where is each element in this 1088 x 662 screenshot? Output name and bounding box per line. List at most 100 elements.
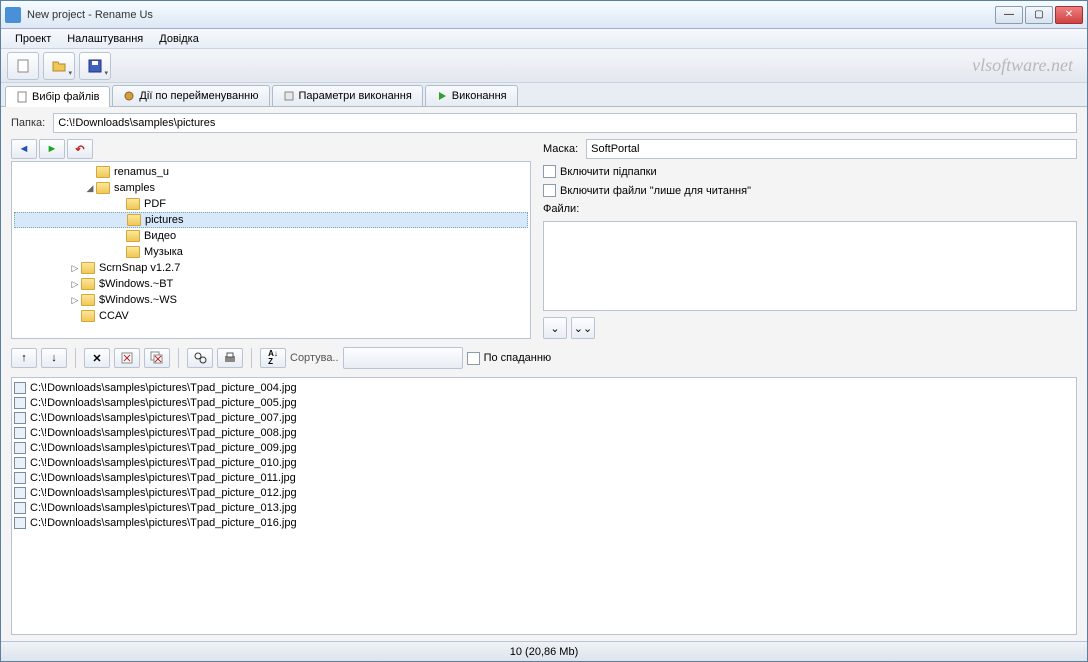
checkbox-descending[interactable] bbox=[467, 352, 480, 365]
file-path: C:\!Downloads\samples\pictures\Tpad_pict… bbox=[30, 382, 297, 394]
tree-node[interactable]: ◢samples bbox=[14, 180, 528, 196]
tab-label: Виконання bbox=[452, 90, 507, 102]
file-row[interactable]: C:\!Downloads\samples\pictures\Tpad_pict… bbox=[14, 440, 1074, 455]
tree-node[interactable]: Видео bbox=[14, 228, 528, 244]
include-subfolders-row[interactable]: Включити підпапки bbox=[543, 165, 1077, 178]
new-button[interactable] bbox=[7, 52, 39, 80]
tab-label: Вибір файлів bbox=[32, 91, 99, 103]
statusbar: 10 (20,86 Mb) bbox=[1, 641, 1087, 661]
minimize-button[interactable]: — bbox=[995, 6, 1023, 24]
image-file-icon bbox=[14, 427, 26, 439]
tab-file-selection[interactable]: Вибір файлів bbox=[5, 86, 110, 107]
tree-node-selected[interactable]: pictures bbox=[14, 212, 528, 228]
move-up-button[interactable]: ↑ bbox=[11, 348, 37, 368]
checkbox-label: Включити файли "лише для читання" bbox=[560, 185, 751, 197]
open-button[interactable]: ▾ bbox=[43, 52, 75, 80]
file-row[interactable]: C:\!Downloads\samples\pictures\Tpad_pict… bbox=[14, 515, 1074, 530]
file-path: C:\!Downloads\samples\pictures\Tpad_pict… bbox=[30, 457, 297, 469]
file-list[interactable]: C:\!Downloads\samples\pictures\Tpad_pict… bbox=[11, 377, 1077, 635]
remove-selected-button[interactable] bbox=[114, 348, 140, 368]
add-files-buttons: ⌄ ⌄⌄ bbox=[543, 317, 1077, 339]
move-down-button[interactable]: ↓ bbox=[41, 348, 67, 368]
settings-icon bbox=[283, 90, 295, 102]
file-row[interactable]: C:\!Downloads\samples\pictures\Tpad_pict… bbox=[14, 380, 1074, 395]
separator bbox=[75, 348, 76, 368]
tree-node[interactable]: ▷ScrnSnap v1.2.7 bbox=[14, 260, 528, 276]
print-button[interactable] bbox=[217, 348, 243, 368]
middle-section: ◄ ► ↶ renamus_u ◢samples PDF pictures Ви… bbox=[11, 139, 1077, 339]
folder-path-input[interactable] bbox=[53, 113, 1077, 133]
mask-input[interactable] bbox=[586, 139, 1077, 159]
save-button[interactable]: ▾ bbox=[79, 52, 111, 80]
titlebar: New project - Rename Us — ▢ ✕ bbox=[1, 1, 1087, 29]
file-path: C:\!Downloads\samples\pictures\Tpad_pict… bbox=[30, 502, 297, 514]
folder-tree[interactable]: renamus_u ◢samples PDF pictures Видео Му… bbox=[11, 161, 531, 339]
menu-settings[interactable]: Налаштування bbox=[59, 31, 151, 47]
include-readonly-row[interactable]: Включити файли "лише для читання" bbox=[543, 184, 1077, 197]
mask-row: Маска: bbox=[543, 139, 1077, 159]
brand-text: vlsoftware.net bbox=[972, 55, 1081, 76]
tab-exec-params[interactable]: Параметри виконання bbox=[272, 85, 423, 106]
add-all-button[interactable]: ⌄⌄ bbox=[571, 317, 595, 339]
folder-icon bbox=[96, 182, 110, 194]
descending-row[interactable]: По спаданню bbox=[467, 352, 552, 365]
list-toolbar: ↑ ↓ ✕ A↓Z Сортува.. По спаданню bbox=[11, 345, 1077, 371]
file-row[interactable]: C:\!Downloads\samples\pictures\Tpad_pict… bbox=[14, 455, 1074, 470]
files-label: Файли: bbox=[543, 203, 1077, 215]
menu-help[interactable]: Довідка bbox=[151, 31, 207, 47]
tree-node[interactable]: Музыка bbox=[14, 244, 528, 260]
tree-node[interactable]: PDF bbox=[14, 196, 528, 212]
checkbox-readonly[interactable] bbox=[543, 184, 556, 197]
file-row[interactable]: C:\!Downloads\samples\pictures\Tpad_pict… bbox=[14, 470, 1074, 485]
window-title: New project - Rename Us bbox=[27, 9, 995, 21]
close-button[interactable]: ✕ bbox=[1055, 6, 1083, 24]
folder-path-row: Папка: bbox=[11, 113, 1077, 133]
image-file-icon bbox=[14, 412, 26, 424]
file-row[interactable]: C:\!Downloads\samples\pictures\Tpad_pict… bbox=[14, 500, 1074, 515]
image-file-icon bbox=[14, 502, 26, 514]
sort-combo[interactable] bbox=[343, 347, 463, 369]
menu-project[interactable]: Проект bbox=[7, 31, 59, 47]
delete-button[interactable]: ✕ bbox=[84, 348, 110, 368]
checkbox-subfolders[interactable] bbox=[543, 165, 556, 178]
document-icon bbox=[16, 91, 28, 103]
app-icon bbox=[5, 7, 21, 23]
image-file-icon bbox=[14, 457, 26, 469]
folder-icon bbox=[96, 166, 110, 178]
sort-az-button[interactable]: A↓Z bbox=[260, 348, 286, 368]
mask-files-box[interactable] bbox=[543, 221, 1077, 311]
file-row[interactable]: C:\!Downloads\samples\pictures\Tpad_pict… bbox=[14, 485, 1074, 500]
nav-back-button[interactable]: ◄ bbox=[11, 139, 37, 159]
main-toolbar: ▾ ▾ vlsoftware.net bbox=[1, 49, 1087, 83]
folder-icon bbox=[126, 198, 140, 210]
content-area: Папка: ◄ ► ↶ renamus_u ◢samples PDF pict… bbox=[1, 107, 1087, 641]
file-row[interactable]: C:\!Downloads\samples\pictures\Tpad_pict… bbox=[14, 395, 1074, 410]
folder-icon bbox=[81, 294, 95, 306]
file-row[interactable]: C:\!Downloads\samples\pictures\Tpad_pict… bbox=[14, 410, 1074, 425]
sort-label: Сортува.. bbox=[290, 352, 339, 364]
status-text: 10 (20,86 Mb) bbox=[510, 646, 578, 658]
tab-label: Дії по перейменуванню bbox=[139, 90, 258, 102]
file-path: C:\!Downloads\samples\pictures\Tpad_pict… bbox=[30, 472, 296, 484]
nav-undo-button[interactable]: ↶ bbox=[67, 139, 93, 159]
image-file-icon bbox=[14, 397, 26, 409]
checkbox-label: По спаданню bbox=[484, 352, 552, 364]
nav-forward-button[interactable]: ► bbox=[39, 139, 65, 159]
tree-node[interactable]: CCAV bbox=[14, 308, 528, 324]
add-single-button[interactable]: ⌄ bbox=[543, 317, 567, 339]
file-path: C:\!Downloads\samples\pictures\Tpad_pict… bbox=[30, 412, 297, 424]
maximize-button[interactable]: ▢ bbox=[1025, 6, 1053, 24]
tab-rename-actions[interactable]: Дії по перейменуванню bbox=[112, 85, 269, 106]
tab-execute[interactable]: Виконання bbox=[425, 85, 518, 106]
tree-node[interactable]: ▷$Windows.~WS bbox=[14, 292, 528, 308]
folder-icon bbox=[126, 230, 140, 242]
remove-all-button[interactable] bbox=[144, 348, 170, 368]
image-file-icon bbox=[14, 472, 26, 484]
find-button[interactable] bbox=[187, 348, 213, 368]
tree-node[interactable]: renamus_u bbox=[14, 164, 528, 180]
folder-icon bbox=[126, 246, 140, 258]
checkbox-label: Включити підпапки bbox=[560, 166, 657, 178]
file-row[interactable]: C:\!Downloads\samples\pictures\Tpad_pict… bbox=[14, 425, 1074, 440]
tabbar: Вибір файлів Дії по перейменуванню Парам… bbox=[1, 83, 1087, 107]
tree-node[interactable]: ▷$Windows.~BT bbox=[14, 276, 528, 292]
